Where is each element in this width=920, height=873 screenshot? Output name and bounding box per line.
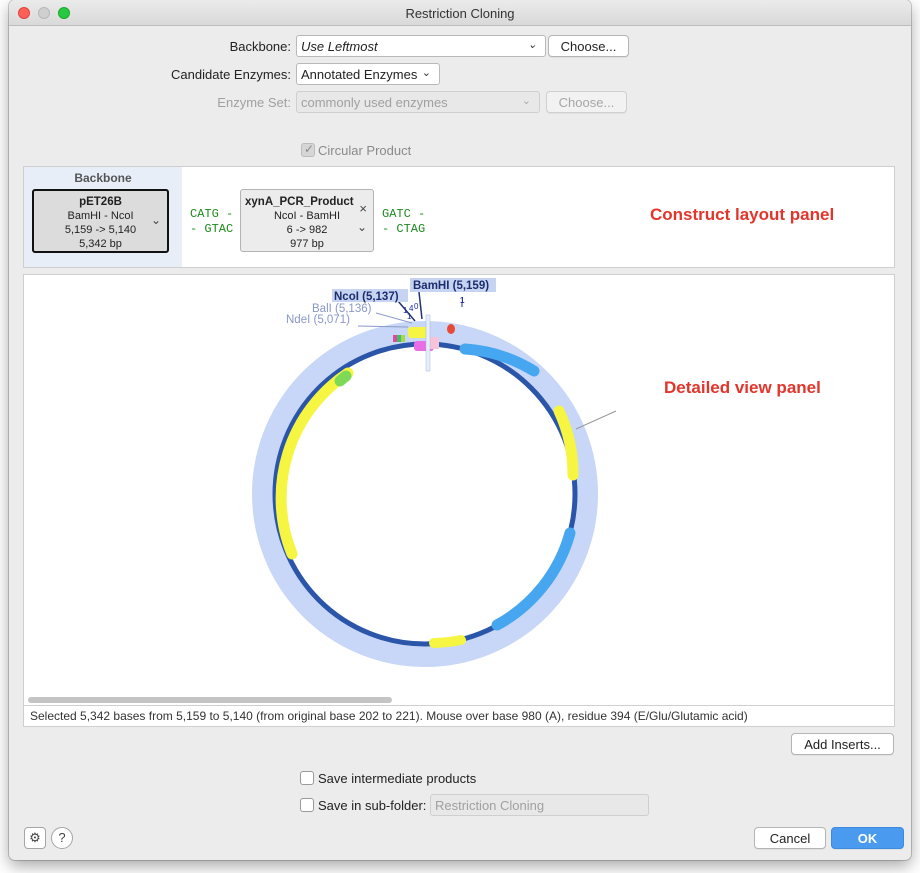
fragment-name: xynA_PCR_Product (245, 196, 354, 208)
gear-icon: ⚙ (29, 830, 41, 845)
fragment-range: 5,159 -> 5,140 (64, 224, 137, 236)
fragment-card-insert[interactable]: xynA_PCR_Product NcoI - BamHI 6 -> 982 9… (240, 189, 374, 252)
overhang-bottom: - CTAG (382, 222, 426, 236)
enzyme-set-value: commonly used enzymes (301, 95, 448, 110)
subfolder-value: Restriction Cloning (435, 798, 545, 813)
site-label-ncoi[interactable]: NcoI (5,137) (334, 291, 399, 303)
candidate-enzymes-value: Annotated Enzymes (301, 67, 418, 82)
overhang-top: GATC - (382, 207, 426, 221)
chevron-down-icon[interactable]: ⌄ (357, 220, 367, 234)
chevron-down-icon[interactable]: ⌄ (151, 213, 161, 227)
backbone-header: Backbone (74, 171, 132, 185)
fragment-name: pET26B (79, 196, 122, 208)
selection-cursor (425, 314, 431, 372)
horizontal-scrollbar[interactable] (28, 697, 392, 703)
settings-button[interactable]: ⚙ (24, 827, 46, 849)
construct-layout-panel: Backbone pET26B BamHI - NcoI 5,159 -> 5,… (23, 166, 895, 268)
remove-fragment-icon[interactable]: × (359, 202, 367, 216)
fragment-enzymes: NcoI - BamHI (273, 210, 340, 222)
circular-product-label: Circular Product (318, 143, 412, 158)
base-number-label: 0 (414, 302, 419, 311)
ok-button[interactable]: OK (831, 827, 904, 849)
cancel-button[interactable]: Cancel (754, 827, 826, 849)
plasmid-map[interactable]: BamHI (5,159) NcoI (5,137) BalI (5,136) … (24, 275, 894, 695)
junction-overhang-2: GATC - - CTAG (382, 207, 425, 237)
overhang-bottom: - GTAC (190, 222, 234, 236)
help-button[interactable]: ? (51, 827, 73, 849)
title-bar: Restriction Cloning (9, 0, 911, 26)
fragment-length: 977 bp (290, 238, 324, 250)
enzyme-set-select[interactable]: commonly used enzymes ⌄ (296, 91, 540, 113)
detailed-view-annotation: Detailed view panel (664, 378, 821, 397)
status-bar: Selected 5,342 bases from 5,159 to 5,140… (23, 706, 895, 727)
feature-marker (447, 324, 455, 334)
feature-marker (397, 335, 401, 342)
circular-product-checkbox[interactable]: ✓ (301, 142, 315, 157)
enzyme-set-label: Enzyme Set: (217, 95, 291, 110)
site-label-bamhi[interactable]: BamHI (5,159) (413, 280, 489, 292)
backbone-label: Backbone: (229, 39, 291, 54)
subfolder-input[interactable]: Restriction Cloning (430, 794, 649, 816)
mouse-marker (575, 410, 617, 430)
help-icon: ? (58, 830, 66, 845)
junction-overhang-1: CATG - - GTAC (190, 207, 233, 237)
site-line (418, 291, 423, 320)
save-subfolder-checkbox[interactable] (300, 798, 314, 812)
enzyme-set-choose-button[interactable]: Choose... (546, 91, 627, 113)
feature-marker (393, 335, 397, 342)
chevron-down-icon: ⌄ (521, 95, 531, 107)
feature-marker (401, 335, 405, 342)
feature-arc[interactable] (334, 370, 352, 387)
checkmark-icon: ✓ (304, 142, 315, 156)
backbone-select-value: Use Leftmost (301, 39, 378, 54)
detailed-view-panel: BamHI (5,159) NcoI (5,137) BalI (5,136) … (23, 274, 895, 706)
save-intermediate-label: Save intermediate products (318, 771, 477, 786)
chevron-down-icon: ⌄ (421, 67, 431, 79)
backbone-select[interactable]: Use Leftmost ⌄ (296, 35, 546, 57)
save-subfolder-label: Save in sub-folder: (318, 798, 427, 813)
candidate-enzymes-label: Candidate Enzymes: (171, 67, 291, 82)
save-intermediate-checkbox[interactable] (300, 771, 314, 785)
fragment-range: 6 -> 982 (286, 224, 328, 236)
fragment-enzymes: BamHI - NcoI (67, 210, 134, 222)
backbone-choose-button[interactable]: Choose... (548, 35, 629, 57)
window-title: Restriction Cloning (405, 6, 515, 21)
base-number-label: 1 (460, 296, 465, 305)
selection-ring (252, 321, 598, 667)
fragment-length: 5,342 bp (79, 238, 122, 250)
overhang-top: CATG - (190, 207, 234, 221)
chevron-down-icon: ⌄ (527, 39, 537, 51)
fragment-card-backbone[interactable]: pET26B BamHI - NcoI 5,159 -> 5,140 5,342… (32, 189, 169, 253)
add-inserts-button[interactable]: Add Inserts... (791, 733, 894, 755)
construct-layout-annotation: Construct layout panel (650, 205, 835, 224)
site-label-ndei[interactable]: NdeI (5,071) (286, 314, 350, 326)
cds-arc[interactable] (429, 635, 466, 648)
base-number-label: 1 (407, 312, 412, 321)
restriction-cloning-dialog: Restriction Cloning Backbone: Use Leftmo… (9, 0, 911, 860)
candidate-enzymes-select[interactable]: Annotated Enzymes ⌄ (296, 63, 440, 85)
